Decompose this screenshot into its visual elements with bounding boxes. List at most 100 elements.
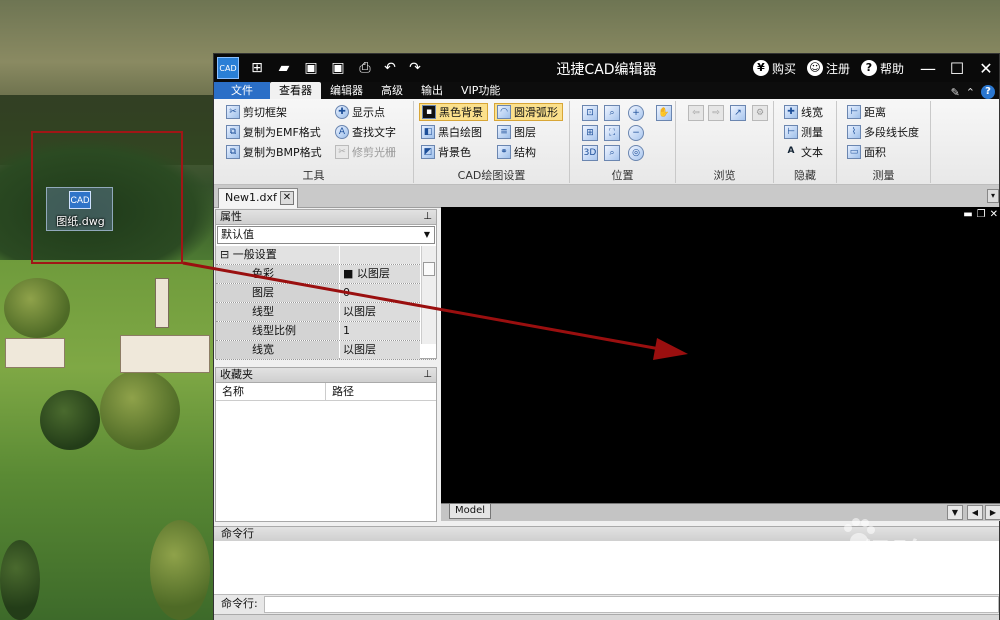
- black-background-label: 黑色背景: [439, 106, 483, 119]
- canvas-close-icon[interactable]: ✕: [990, 209, 998, 220]
- layers-button[interactable]: ≡ 图层: [497, 123, 536, 141]
- lineweight-button[interactable]: ✚ 线宽: [784, 103, 823, 121]
- structure-button[interactable]: ⚭ 结构: [497, 143, 536, 161]
- find-text-icon: A: [335, 125, 349, 139]
- pin-icon[interactable]: ⊥: [423, 210, 432, 224]
- show-points-button[interactable]: ✚ 显示点: [335, 103, 385, 121]
- scroll-left-icon[interactable]: ◀: [967, 505, 983, 520]
- command-input[interactable]: [264, 596, 999, 613]
- zoom-prev-icon[interactable]: ⌕: [604, 145, 620, 161]
- cut-frame-button[interactable]: ✂ 剪切框架: [226, 103, 287, 121]
- tab-viewer[interactable]: 查看器: [270, 82, 321, 99]
- measure-toggle-label: 测量: [801, 126, 823, 139]
- polyline-length-label: 多段线长度: [864, 126, 919, 139]
- desktop-tree: [40, 390, 100, 450]
- register-link[interactable]: ☺ 注册: [806, 60, 850, 77]
- find-text-button[interactable]: A 查找文字: [335, 123, 396, 141]
- tab-advanced[interactable]: 高级: [372, 82, 412, 99]
- desktop-file-icon[interactable]: CAD 图纸.dwg: [46, 187, 113, 231]
- document-tab[interactable]: New1.dxf ✕: [218, 188, 298, 208]
- zoom-window-icon[interactable]: ⊡: [582, 105, 598, 121]
- tab-file[interactable]: 文件: [214, 82, 270, 99]
- text-toggle-button[interactable]: A 文本: [784, 143, 823, 161]
- measure-toggle-button[interactable]: ⊢ 测量: [784, 123, 823, 141]
- tab-output[interactable]: 输出: [412, 82, 452, 99]
- back-arrow-icon[interactable]: ⇦: [688, 105, 704, 121]
- group-cad-settings: ▪ 黑色背景 ◧ 黑白绘图 ◩ 背景色 ◠ 圆滑弧形 ≡ 图层 ⚭ 结构 CAD绘图设置: [414, 101, 570, 183]
- area-button[interactable]: ▭ 面积: [847, 143, 886, 161]
- layers-label: 图层: [514, 126, 536, 139]
- zoom-rect-icon[interactable]: ⌕: [604, 105, 620, 121]
- smooth-arc-button[interactable]: ◠ 圆滑弧形: [494, 103, 563, 121]
- orbit-icon[interactable]: ◎: [628, 145, 644, 161]
- canvas-minimize-icon[interactable]: ▬: [963, 209, 972, 220]
- chevron-down-icon: ▼: [423, 230, 431, 239]
- properties-scrollbar[interactable]: [421, 246, 436, 344]
- category-label: 一般设置: [232, 248, 277, 261]
- scroll-thumb[interactable]: [423, 262, 435, 276]
- properties-combo[interactable]: 默认值 ▼: [217, 226, 435, 244]
- zoom-out-icon[interactable]: −: [628, 125, 644, 141]
- property-row[interactable]: 图层 0: [216, 284, 436, 303]
- group-tools: ✂ 剪切框架 ⧉ 复制为EMF格式 ⧉ 复制为BMP格式 ✚ 显示点 A 查找文字 ✂ 修剪…: [214, 101, 414, 183]
- navigate-icon[interactable]: ↗: [730, 105, 746, 121]
- trim-raster-button[interactable]: ✂ 修剪光栅: [335, 143, 396, 161]
- copy-bmp-button[interactable]: ⧉ 复制为BMP格式: [226, 143, 322, 161]
- help-circle-icon[interactable]: ?: [981, 85, 995, 99]
- scroll-right-icon[interactable]: ▶: [985, 505, 1000, 520]
- help-label: 帮助: [879, 61, 904, 76]
- close-tab-icon[interactable]: ✕: [280, 191, 294, 205]
- property-key: 线型比例: [216, 322, 339, 340]
- group-hide: ✚ 线宽 ⊢ 测量 A 文本 隐藏: [774, 101, 837, 183]
- column-path[interactable]: 路径: [326, 383, 354, 400]
- property-row[interactable]: 线型 以图层: [216, 303, 436, 322]
- model-tab[interactable]: Model: [449, 504, 491, 519]
- tab-editor[interactable]: 编辑器: [321, 82, 372, 99]
- smooth-arc-label: 圆滑弧形: [514, 106, 558, 119]
- property-category[interactable]: ⊟ 一般设置: [216, 246, 436, 265]
- black-background-button[interactable]: ▪ 黑色背景: [419, 103, 488, 121]
- minimize-button[interactable]: —: [915, 59, 941, 78]
- tab-vip[interactable]: VIP功能: [452, 82, 509, 99]
- property-value: 以图层: [340, 303, 420, 321]
- bw-drawing-icon: ◧: [421, 125, 435, 139]
- pan-hand-icon[interactable]: ✋: [656, 105, 672, 121]
- help-link[interactable]: ? 帮助: [860, 60, 904, 77]
- command-line: 命令行:: [214, 595, 999, 614]
- property-row[interactable]: 色彩 ■ 以图层: [216, 265, 436, 284]
- property-value: 以图层: [340, 341, 420, 359]
- background-color-button[interactable]: ◩ 背景色: [421, 143, 471, 161]
- close-button[interactable]: ✕: [973, 59, 999, 78]
- property-row[interactable]: 线型比例 1: [216, 322, 436, 341]
- pen-icon[interactable]: ✎: [951, 86, 960, 99]
- collapse-icon[interactable]: ⊟: [220, 248, 229, 261]
- tabs-dropdown-icon[interactable]: ▾: [987, 189, 999, 203]
- drawing-canvas[interactable]: ▬ ❐ ✕: [441, 207, 1000, 503]
- forward-arrow-icon[interactable]: ⇨: [708, 105, 724, 121]
- zoom-in-icon[interactable]: +: [628, 105, 644, 121]
- browse-settings-icon[interactable]: ⚙: [752, 105, 768, 121]
- area-icon: ▭: [847, 145, 861, 159]
- bw-drawing-button[interactable]: ◧ 黑白绘图: [421, 123, 482, 141]
- copy-emf-button[interactable]: ⧉ 复制为EMF格式: [226, 123, 321, 141]
- property-row[interactable]: 线宽 以图层: [216, 341, 436, 360]
- favorites-header: 收藏夹 ⊥: [216, 368, 436, 383]
- trim-raster-icon: ✂: [335, 145, 349, 159]
- properties-combo-value: 默认值: [221, 228, 254, 241]
- fit-icon[interactable]: ⛶: [604, 125, 620, 141]
- column-name[interactable]: 名称: [216, 383, 326, 400]
- buy-link[interactable]: ¥ 购买: [752, 60, 796, 77]
- ribbon-tabs: 文件 查看器 编辑器 高级 输出 VIP功能 ✎ ⌃ ?: [214, 82, 999, 99]
- canvas-restore-icon[interactable]: ❐: [977, 209, 986, 220]
- copy-bmp-icon: ⧉: [226, 145, 240, 159]
- maximize-button[interactable]: ☐: [944, 59, 970, 78]
- lineweight-label: 线宽: [801, 106, 823, 119]
- cut-frame-label: 剪切框架: [243, 106, 287, 119]
- pin-icon[interactable]: ⊥: [423, 368, 432, 382]
- show-points-icon: ✚: [335, 105, 349, 119]
- zoom-3d-icon[interactable]: 3D: [582, 145, 598, 161]
- distance-button[interactable]: ⊢ 距离: [847, 103, 886, 121]
- zoom-extents-icon[interactable]: ⊞: [582, 125, 598, 141]
- collapse-ribbon-icon[interactable]: ⌃: [966, 86, 975, 99]
- polyline-length-button[interactable]: ⌇ 多段线长度: [847, 123, 919, 141]
